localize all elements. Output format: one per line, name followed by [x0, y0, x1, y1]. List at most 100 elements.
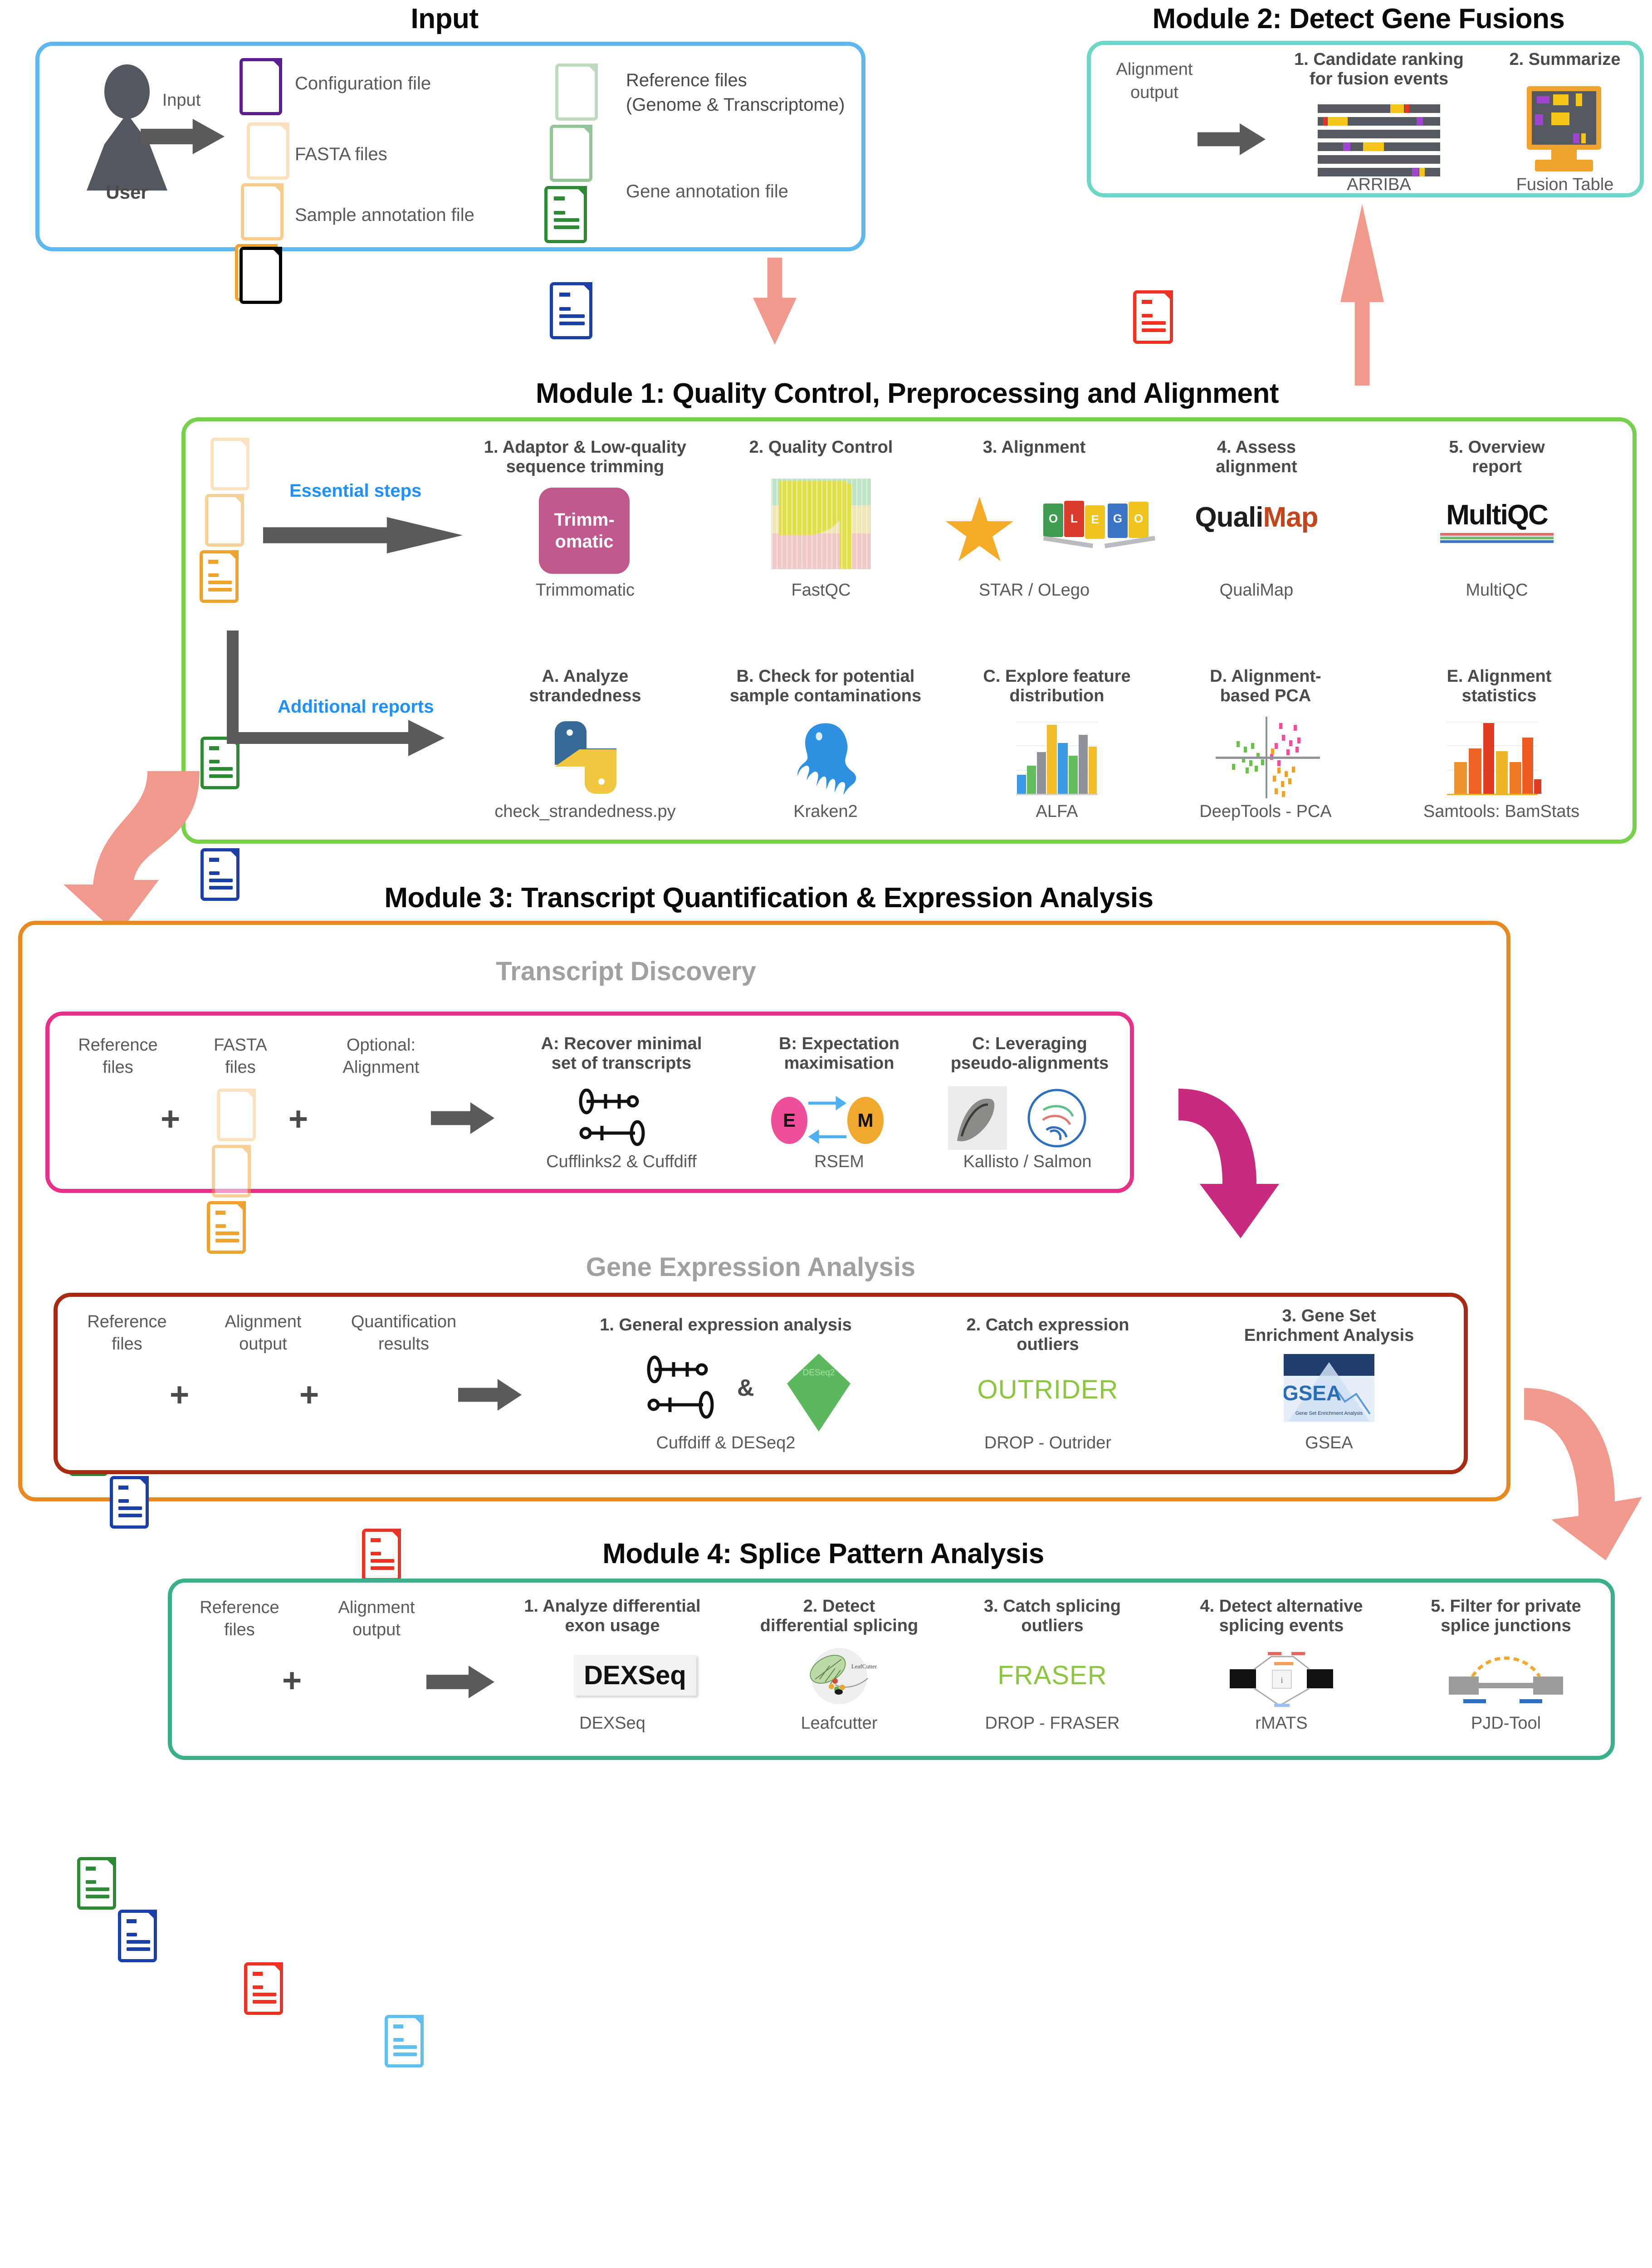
reference-files-label-line1: Reference files	[626, 70, 747, 90]
m4-alignment-output-line1: Alignment	[338, 1598, 415, 1617]
svg-text:GSEA: GSEA	[1284, 1381, 1341, 1405]
m4-step1-head-line1: 1. Analyze differential	[524, 1597, 701, 1616]
module2-alignment-output-label: Alignment output	[1098, 58, 1211, 105]
module2-title: Module 2: Detect Gene Fusions	[1152, 3, 1565, 34]
td-plus-1-icon: +	[161, 1100, 181, 1138]
gea-step3-tool: GSEA	[1305, 1433, 1353, 1452]
gene-expression-analysis-title: Gene Expression Analysis	[586, 1252, 916, 1282]
svg-text:i: i	[1281, 1676, 1283, 1685]
bar-chart-icon	[1016, 720, 1098, 795]
m4-plus-1-icon: +	[282, 1662, 302, 1699]
module1-step1-head: 1. Adaptor & Low-quality sequence trimmi…	[463, 438, 708, 476]
module1-report-e-tool: Samtools: BamStats	[1423, 802, 1580, 821]
reference-files-label: Reference files (Genome & Transcriptome)	[626, 68, 845, 117]
module2-alignment-output-line2: output	[1130, 83, 1178, 103]
module1-step4-head-line2: alignment	[1216, 457, 1297, 476]
module1-report-a-tool: check_strandedness.py	[494, 802, 676, 821]
alignment-output-icon	[1133, 290, 1173, 344]
module1-report-e-head-line1: E. Alignment	[1447, 667, 1552, 686]
star-aligner-icon: ★	[940, 481, 1019, 580]
td-optional-alignment-line2: Alignment	[342, 1058, 420, 1077]
transcript-discovery-to-gene-expression-arrow-icon	[1166, 1070, 1338, 1252]
module1-report-b-head-line1: B. Check for potential	[736, 667, 915, 686]
m4-reference-files-label: Reference files	[181, 1597, 298, 1642]
td-step-a-tool: Cufflinks2 & Cuffdiff	[546, 1152, 697, 1171]
m4-step4-head: 4. Detect alternative splicing events	[1161, 1597, 1402, 1635]
module1-step4-tool: QualiMap	[1219, 581, 1294, 600]
m4-reference-files-line1: Reference	[200, 1598, 279, 1617]
sample-annotation-file-icon	[239, 247, 282, 304]
module2-step2-head: 2. Summarize	[1509, 50, 1621, 69]
m4-step3-tool: DROP - FRASER	[985, 1714, 1120, 1733]
td-reference-files-line2: files	[103, 1058, 133, 1077]
module1-step5-head-line1: 5. Overview	[1449, 438, 1545, 457]
em-cycle-icon: E M	[771, 1093, 898, 1148]
td-optional-alignment-line1: Optional:	[346, 1036, 416, 1055]
m4-step3-head-line2: outliers	[1021, 1616, 1084, 1635]
m4-step4-head-line1: 4. Detect alternative	[1200, 1597, 1363, 1616]
module2-step2-tool: Fusion Table	[1516, 175, 1614, 194]
monitor-icon	[1523, 86, 1605, 172]
module1-step3-tool: STAR / OLego	[978, 581, 1090, 600]
module1-report-d-head-line1: D. Alignment-	[1210, 667, 1321, 686]
module1-fasta-files-icon	[200, 438, 263, 603]
svg-text:LeafCutter: LeafCutter	[851, 1663, 877, 1670]
td-step-a-head: A: Recover minimal set of transcripts	[508, 1034, 735, 1073]
scatter-plot-icon	[1216, 717, 1320, 798]
module1-report-a-head-line2: strandedness	[529, 686, 641, 705]
fusion-read-track-icon	[1318, 104, 1440, 176]
module1-title: Module 1: Quality Control, Preprocessing…	[536, 378, 1279, 409]
em-m-letter: M	[857, 1110, 874, 1131]
module1-step4-head: 4. Assess alignment	[1152, 438, 1361, 476]
input-to-module1-arrow-icon	[753, 258, 797, 345]
gea-quantification-results-line1: Quantification	[351, 1312, 457, 1331]
module1-step5-head-line2: report	[1472, 457, 1522, 476]
multiqc-logo: MultiQC	[1397, 499, 1597, 543]
module1-report-d-head: D. Alignment- based PCA	[1170, 667, 1361, 705]
td-step-c-head: C: Leveraging pseudo-alignments	[930, 1034, 1129, 1073]
gea-alignment-output-line1: Alignment	[225, 1312, 302, 1331]
m4-step5-head-line2: splice junctions	[1441, 1616, 1571, 1635]
qualimap-logo-part1: Quali	[1195, 502, 1263, 533]
m4-step1-head: 1. Analyze differential exon usage	[494, 1597, 730, 1635]
gsea-logo: GSEA Gene Set Enrichment Analysis	[1284, 1354, 1374, 1422]
octopus-icon	[785, 717, 866, 798]
module1-step1-tool: Trimmomatic	[535, 581, 635, 600]
configuration-file-label: Configuration file	[295, 73, 431, 93]
gea-step1-tool: Cuffdiff & DESeq2	[656, 1433, 796, 1452]
module1-step5-tool: MultiQC	[1466, 581, 1528, 600]
gea-reference-files-line1: Reference	[87, 1312, 167, 1331]
multiqc-logo-part1: Multi	[1446, 499, 1508, 531]
td-step-a-head-line1: A: Recover minimal	[541, 1034, 702, 1053]
trimmomatic-logo-line2: omatic	[555, 532, 614, 552]
m4-step2-head: 2. Detect differential splicing	[735, 1597, 943, 1635]
gea-plus-1-icon: +	[170, 1376, 190, 1413]
td-step-c-head-line2: pseudo-alignments	[950, 1053, 1109, 1073]
module1-step4-head-line1: 4. Assess	[1217, 438, 1296, 457]
gea-ampersand-label: &	[737, 1375, 754, 1401]
m4-step2-tool: Leafcutter	[801, 1714, 878, 1733]
td-step-c-head-line1: C: Leveraging	[972, 1034, 1087, 1053]
gea-reference-genome-icon	[77, 1857, 116, 1910]
multiqc-logo-part2: QC	[1507, 499, 1549, 531]
gea-step2-head-line1: 2. Catch expression	[966, 1315, 1129, 1334]
m4-step2-head-line2: differential splicing	[760, 1616, 919, 1635]
td-step-b-head-line1: B: Expectation	[778, 1034, 900, 1053]
kallisto-logo-icon	[948, 1086, 1007, 1150]
td-optional-alignment-label: Optional: Alignment	[318, 1034, 445, 1079]
module1-report-a-head-line1: A. Analyze	[542, 667, 629, 686]
fasta-files-icon	[235, 122, 298, 301]
input-title: Input	[411, 3, 479, 34]
module2-step1-head: 1. Candidate ranking for fusion events	[1275, 50, 1483, 88]
module1-report-b-head: B. Check for potential sample contaminat…	[708, 667, 943, 705]
svg-text:DESeq2: DESeq2	[803, 1368, 835, 1378]
gea-step2-head: 2. Catch expression outliers	[934, 1315, 1161, 1354]
td-plus-2-icon: +	[288, 1100, 308, 1138]
module2-step1-head-line1: 1. Candidate ranking	[1294, 50, 1464, 69]
module1-report-c-head-line2: distribution	[1009, 686, 1105, 705]
gea-alignment-output-icon	[244, 1962, 283, 2015]
deseq2-logo: DESeq2	[782, 1352, 855, 1433]
module3-to-module4-arrow-icon	[1510, 1383, 1652, 1565]
module1-report-c-tool: ALFA	[1036, 802, 1078, 821]
td-step-b-head-line2: maximisation	[784, 1053, 894, 1073]
